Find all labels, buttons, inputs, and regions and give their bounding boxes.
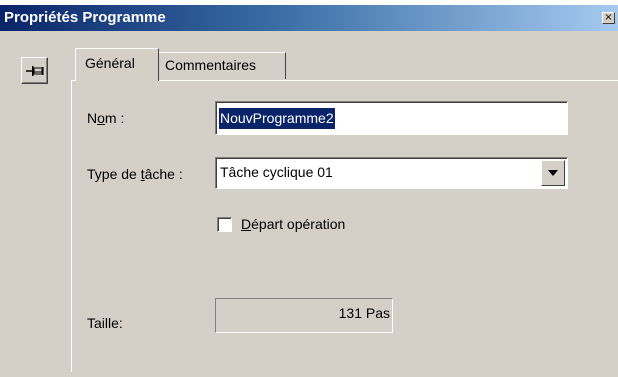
name-input-value: NouvProgramme2: [219, 108, 335, 129]
chevron-down-icon: [548, 170, 558, 176]
window-title: Propriétés Programme: [4, 9, 166, 26]
tab-general-label: Général: [85, 55, 135, 71]
title-bar[interactable]: Propriétés Programme ×: [0, 5, 618, 31]
pin-button[interactable]: [21, 57, 48, 84]
size-label: Taille:: [87, 315, 123, 331]
size-readonly-field: 131 Pas: [215, 298, 393, 333]
tab-comments[interactable]: Commentaires: [159, 52, 286, 79]
tab-general[interactable]: Général: [75, 48, 159, 81]
close-button[interactable]: ×: [602, 12, 615, 24]
start-operation-checkbox[interactable]: [217, 217, 232, 232]
start-operation-label[interactable]: Départ opération: [241, 216, 345, 232]
name-input[interactable]: NouvProgramme2: [215, 101, 568, 135]
pin-icon: [26, 66, 44, 76]
tab-comments-label: Commentaires: [165, 57, 257, 73]
name-label: Nom :: [87, 110, 125, 126]
task-type-selected-value: Tâche cyclique 01: [220, 164, 333, 180]
size-value: 131 Pas: [338, 305, 390, 321]
task-type-dropdown-button[interactable]: [541, 160, 565, 186]
task-type-select[interactable]: Tâche cyclique 01: [215, 157, 568, 189]
close-icon: ×: [604, 12, 613, 23]
task-type-label: Type de tâche :: [87, 166, 183, 182]
